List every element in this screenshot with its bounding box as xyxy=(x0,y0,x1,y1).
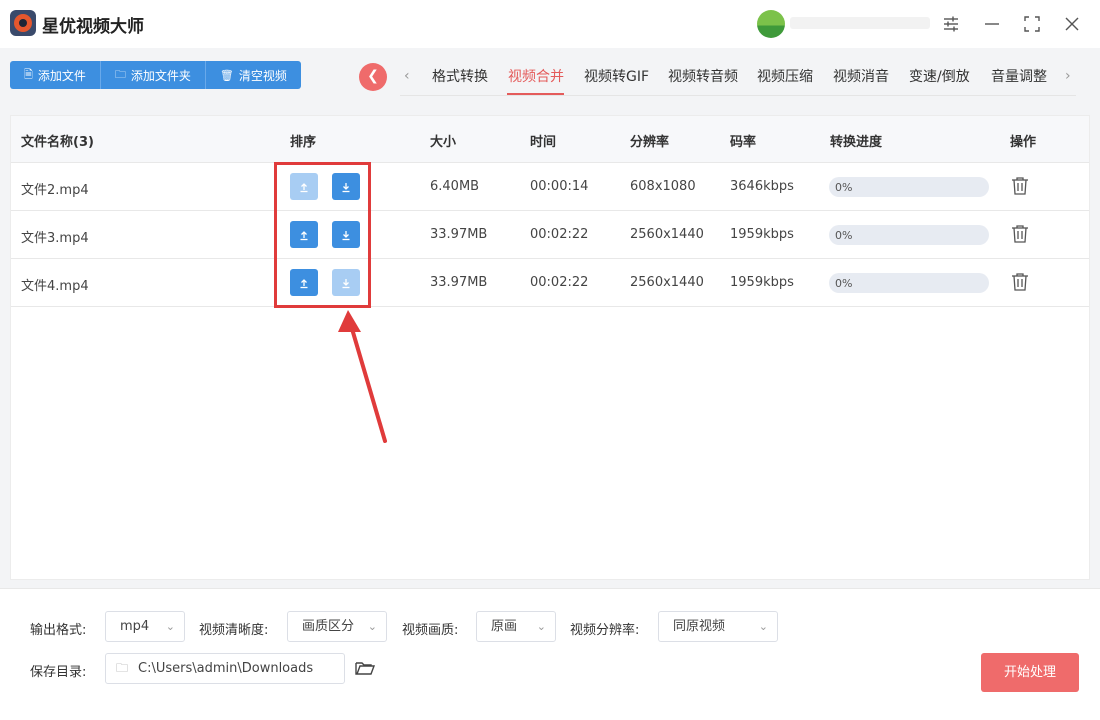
close-icon[interactable] xyxy=(1058,10,1086,38)
row-time: 00:02:22 xyxy=(530,275,589,290)
file-list-panel: 文件名称(3) 排序 大小 时间 分辨率 码率 转换进度 操作 文件2.mp4 … xyxy=(10,115,1090,580)
delete-row-trash-icon[interactable] xyxy=(1009,271,1031,293)
header-sort: 排序 xyxy=(290,135,317,150)
progress-text: 0% xyxy=(835,277,853,290)
user-avatar[interactable] xyxy=(757,10,785,38)
delete-row-trash-icon[interactable] xyxy=(1009,223,1031,245)
resolution-label: 视频分辨率: xyxy=(570,623,640,638)
table-row[interactable]: 文件4.mp4 33.97MB 00:02:22 2560x1440 1959k… xyxy=(11,259,1089,307)
quality-select[interactable]: 原画 ⌄ xyxy=(476,611,556,642)
start-processing-button[interactable]: 开始处理 xyxy=(981,653,1079,692)
header-size: 大小 xyxy=(430,135,457,150)
tab-video-mute[interactable]: 视频消音 xyxy=(833,66,889,86)
chevron-down-icon: ⌄ xyxy=(165,620,175,633)
chevron-down-icon: ⌄ xyxy=(367,620,377,633)
output-format-select[interactable]: mp4 ⌄ xyxy=(105,611,185,642)
table-row[interactable]: 文件3.mp4 33.97MB 00:02:22 2560x1440 1959k… xyxy=(11,211,1089,259)
row-filename: 文件2.mp4 xyxy=(21,183,89,198)
header-resolution: 分辨率 xyxy=(630,135,670,150)
save-dir-value: C:\Users\admin\Downloads xyxy=(138,661,314,676)
row-size: 33.97MB xyxy=(430,227,488,242)
folder-icon: 🗀 xyxy=(114,67,126,81)
conversion-progress-bar: 0% xyxy=(829,225,989,245)
browse-folder-icon[interactable] xyxy=(354,657,376,679)
save-dir-label: 保存目录: xyxy=(30,665,87,680)
add-file-button[interactable]: 🗎 添加文件 xyxy=(10,61,101,89)
row-resolution: 2560x1440 xyxy=(630,275,704,290)
output-format-value: mp4 xyxy=(120,619,150,634)
resolution-value: 同原视频 xyxy=(673,619,726,634)
app-title: 星优视频大师 xyxy=(42,17,144,37)
active-tab-indicator xyxy=(507,93,564,95)
tab-video-merge[interactable]: 视频合并 xyxy=(508,66,564,86)
tab-video-to-audio[interactable]: 视频转音频 xyxy=(668,66,738,86)
row-filename: 文件4.mp4 xyxy=(21,279,89,294)
tab-video-to-gif[interactable]: 视频转GIF xyxy=(584,66,649,86)
header-bitrate: 码率 xyxy=(730,135,757,150)
username-redacted xyxy=(790,17,930,29)
clarity-label: 视频清晰度: xyxy=(199,623,269,638)
save-dir-field[interactable]: 🗀 C:\Users\admin\Downloads xyxy=(105,653,345,684)
trash-icon: 🗑 xyxy=(219,68,234,82)
tab-video-compress[interactable]: 视频压缩 xyxy=(757,66,813,86)
row-time: 00:00:14 xyxy=(530,179,589,194)
quality-value: 原画 xyxy=(491,619,518,634)
tab-speed-reverse[interactable]: 变速/倒放 xyxy=(909,66,970,86)
annotation-arrow-icon xyxy=(338,310,387,443)
conversion-progress-bar: 0% xyxy=(829,177,989,197)
row-resolution: 608x1080 xyxy=(630,179,696,194)
header-action: 操作 xyxy=(1010,135,1037,150)
folder-outline-icon: 🗀 xyxy=(116,661,129,675)
row-time: 00:02:22 xyxy=(530,227,589,242)
title-bar: 星优视频大师 xyxy=(0,0,1100,48)
tab-format-convert[interactable]: 格式转换 xyxy=(432,66,488,86)
add-folder-label: 添加文件夹 xyxy=(130,68,191,83)
clear-videos-button[interactable]: 🗑 清空视频 xyxy=(205,61,301,89)
maximize-icon[interactable] xyxy=(1018,10,1046,38)
output-settings-panel: 输出格式: mp4 ⌄ 视频清晰度: 画质区分 ⌄ 视频画质: 原画 ⌄ 视频分… xyxy=(0,588,1100,720)
app-logo-icon xyxy=(10,10,36,36)
row-size: 6.40MB xyxy=(430,179,480,194)
chevron-down-icon: ⌄ xyxy=(758,620,768,633)
row-bitrate: 1959kbps xyxy=(730,227,794,242)
add-file-label: 添加文件 xyxy=(37,68,86,83)
clarity-select[interactable]: 画质区分 ⌄ xyxy=(287,611,387,642)
resolution-select[interactable]: 同原视频 ⌄ xyxy=(658,611,778,642)
tabs-scroll-left-icon[interactable]: ‹ xyxy=(404,68,410,84)
function-tabs: ‹ 格式转换 视频合并 视频转GIF 视频转音频 视频压缩 视频消音 变速/倒放… xyxy=(400,56,1076,96)
clarity-value: 画质区分 xyxy=(302,619,355,634)
row-resolution: 2560x1440 xyxy=(630,227,704,242)
header-time: 时间 xyxy=(530,135,557,150)
header-progress: 转换进度 xyxy=(830,135,883,150)
conversion-progress-bar: 0% xyxy=(829,273,989,293)
file-toolbar: 🗎 添加文件 🗀 添加文件夹 🗑 清空视频 xyxy=(10,61,301,89)
tab-volume-adjust[interactable]: 音量调整 xyxy=(991,66,1047,86)
table-header: 文件名称(3) 排序 大小 时间 分辨率 码率 转换进度 操作 xyxy=(11,116,1089,163)
row-bitrate: 3646kbps xyxy=(730,179,794,194)
delete-row-trash-icon[interactable] xyxy=(1009,175,1031,197)
clear-videos-label: 清空视频 xyxy=(238,68,287,83)
progress-text: 0% xyxy=(835,229,853,242)
chevron-down-icon: ⌄ xyxy=(536,620,546,633)
header-filename: 文件名称(3) xyxy=(21,135,94,150)
collapse-back-button[interactable]: ❮ xyxy=(359,63,387,91)
chevron-left-icon: ❮ xyxy=(367,68,379,84)
minimize-icon[interactable] xyxy=(978,10,1006,38)
file-icon: 🗎 xyxy=(24,67,33,81)
progress-text: 0% xyxy=(835,181,853,194)
row-filename: 文件3.mp4 xyxy=(21,231,89,246)
add-folder-button[interactable]: 🗀 添加文件夹 xyxy=(100,61,206,89)
output-format-label: 输出格式: xyxy=(30,623,87,638)
settings-sliders-icon[interactable] xyxy=(937,10,965,38)
row-bitrate: 1959kbps xyxy=(730,275,794,290)
sort-buttons-highlight-box xyxy=(274,162,371,308)
quality-label: 视频画质: xyxy=(402,623,459,638)
tabs-scroll-right-icon[interactable]: › xyxy=(1065,68,1071,84)
row-size: 33.97MB xyxy=(430,275,488,290)
table-row[interactable]: 文件2.mp4 6.40MB 00:00:14 608x1080 3646kbp… xyxy=(11,163,1089,211)
